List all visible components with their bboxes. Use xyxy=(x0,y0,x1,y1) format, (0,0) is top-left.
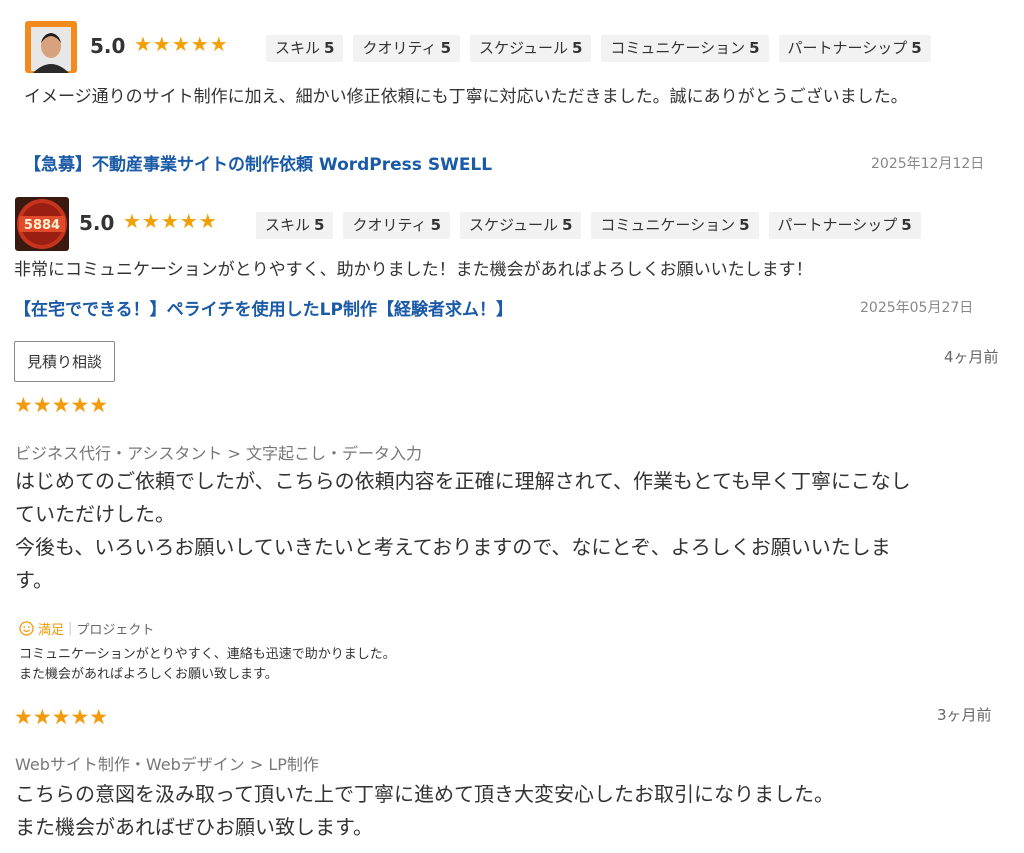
chip-skill: スキル 5 xyxy=(266,35,344,62)
review-body: こちらの意図を汲み取って頂いた上で丁寧に進めて頂き大変安心したお取引になりました… xyxy=(15,782,834,839)
rating-stars: ★★★★★ xyxy=(14,705,109,729)
rating-stars: ★★★★★ xyxy=(14,393,109,417)
chip-partnership: パートナーシップ 5 xyxy=(778,35,931,62)
project-link[interactable]: 【急募】不動産事業サイトの制作依頼 WordPress SWELL xyxy=(24,150,492,175)
review-ago: 3ヶ月前 xyxy=(937,706,992,724)
chip-schedule: スケジュール 5 xyxy=(460,212,582,239)
smile-icon xyxy=(19,621,34,636)
rating-stars: ★★★★★ xyxy=(123,209,218,233)
rating-chips: スキル 5 クオリティ 5 スケジュール 5 コミュニケーション 5 パートナーシップ 5 xyxy=(266,35,931,62)
seller-reply: コミュニケーションがとりやすく、連絡も迅速で助かりました。 また機会があればよろ… xyxy=(19,647,396,682)
svg-text:5884: 5884 xyxy=(24,218,60,233)
review-body: はじめてのご依頼でしたが、こちらの依頼内容を正確に理解されて、作業もとても早く丁… xyxy=(15,469,911,592)
rating-stars: ★★★★★ xyxy=(134,32,229,56)
rating-score: 5.0 xyxy=(90,34,126,58)
project-label: プロジェクト xyxy=(76,623,155,638)
service-category[interactable]: Webサイト制作・Webデザイン > LP制作 xyxy=(15,751,319,775)
chip-schedule: スケジュール 5 xyxy=(470,35,592,62)
chip-skill: スキル 5 xyxy=(256,212,334,239)
reviewer-avatar: 5884 xyxy=(15,197,69,251)
service-category[interactable]: ビジネス代行・アシスタント > 文字起こし・データ入力 xyxy=(15,440,422,464)
review-date: 2025年12月12日 xyxy=(871,156,985,172)
satisfaction-row: 満足 | プロジェクト xyxy=(19,619,154,638)
estimate-consult-button[interactable]: 見積り相談 xyxy=(14,341,116,382)
chip-quality: クオリティ 5 xyxy=(343,212,450,239)
separator: | xyxy=(68,621,73,636)
review-ago: 4ヶ月前 xyxy=(944,348,999,366)
chip-communication: コミュニケーション 5 xyxy=(601,35,769,62)
review-date: 2025年05月27日 xyxy=(860,300,974,316)
chip-communication: コミュニケーション 5 xyxy=(591,212,759,239)
chip-quality: クオリティ 5 xyxy=(353,35,460,62)
satisfaction-label: 満足 xyxy=(38,623,65,638)
rating-chips: スキル 5 クオリティ 5 スケジュール 5 コミュニケーション 5 パートナーシップ 5 xyxy=(256,212,921,239)
chip-partnership: パートナーシップ 5 xyxy=(768,212,921,239)
rating-score: 5.0 xyxy=(79,211,115,235)
reviewer-avatar xyxy=(25,21,77,73)
project-link[interactable]: 【在宅でできる！】ペライチを使用したLP制作【経験者求ム！】 xyxy=(14,295,513,320)
review-comment: イメージ通りのサイト制作に加え、細かい修正依頼にも丁寧に対応いただきました。誠に… xyxy=(24,87,908,107)
review-comment: 非常にコミュニケーションがとりやすく、助かりました！また機会があればよろしくお願… xyxy=(14,260,813,280)
